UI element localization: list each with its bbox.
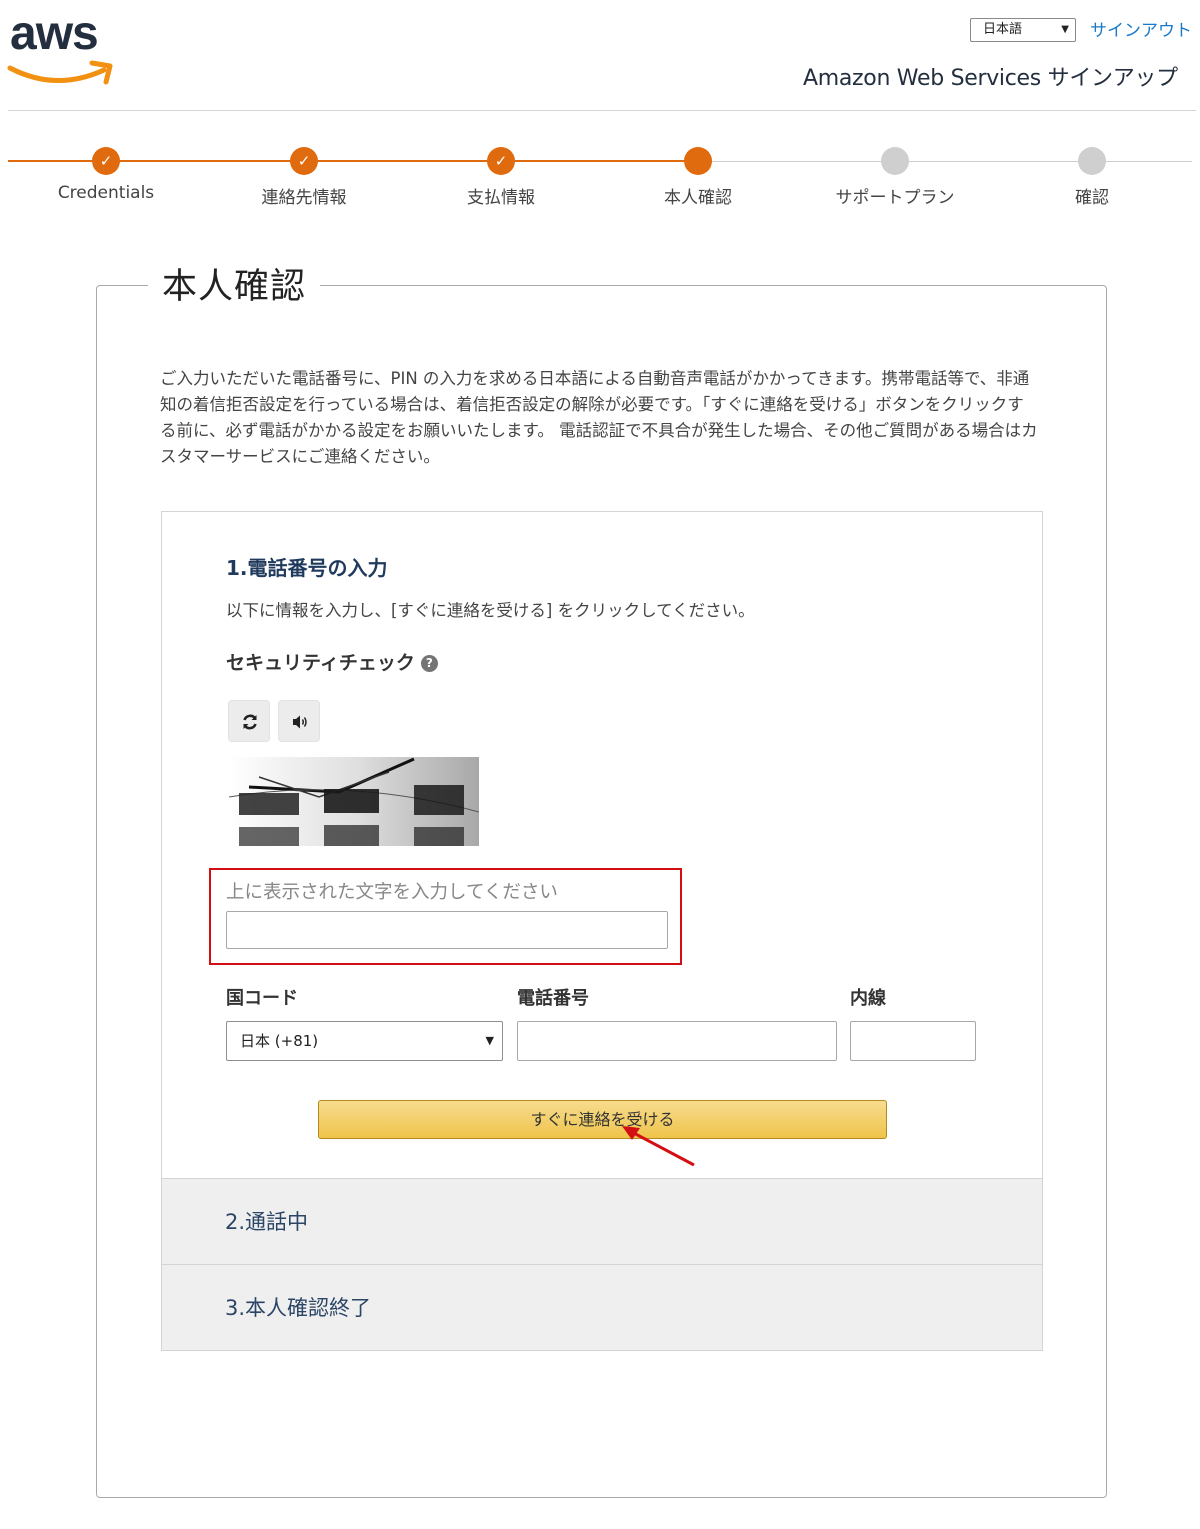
verification-steps-card: 1.電話番号の入力 以下に情報を入力し、[すぐに連絡を受ける] をクリックしてく… (161, 511, 1043, 1351)
country-code-label: 国コード (226, 988, 298, 1009)
step1-section: 1.電話番号の入力 以下に情報を入力し、[すぐに連絡を受ける] をクリックしてく… (162, 512, 1042, 1178)
step3-section: 3.本人確認終了 (162, 1264, 1042, 1350)
progress-step-label: Credentials (57, 183, 155, 203)
audio-captcha-button[interactable] (278, 700, 320, 742)
intro-text: ご入力いただいた電話番号に、PIN の入力を求める日本語による自動音声電話がかか… (160, 369, 1038, 466)
step2-title: 2.通話中 (225, 1210, 309, 1234)
progress-step-label: サポートプラン (835, 188, 955, 208)
country-code-select[interactable]: 日本 (+81) ▼ (226, 1021, 503, 1061)
step1-description: 以下に情報を入力し、[すぐに連絡を受ける] をクリックしてください。 (226, 601, 755, 620)
header-divider (8, 110, 1196, 111)
refresh-captcha-button[interactable] (228, 700, 270, 742)
check-icon: ✓ (487, 147, 515, 175)
progress-step-label: 本人確認 (664, 188, 732, 208)
call-me-now-button[interactable]: すぐに連絡を受ける (318, 1100, 887, 1139)
progress-step-confirm: 確認 (1002, 147, 1182, 208)
progress-step-label: 確認 (1075, 188, 1109, 208)
refresh-icon (243, 714, 257, 730)
security-check-label: セキュリティチェック (226, 652, 415, 674)
pending-step-dot-icon (881, 147, 909, 175)
progress-step-contact: ✓ 連絡先情報 (214, 147, 394, 208)
language-select-value: 日本語 (983, 22, 1023, 37)
step2-section: 2.通話中 (162, 1178, 1042, 1264)
chevron-down-icon: ▼ (1061, 24, 1069, 35)
progress-step-support-plan: サポートプラン (805, 147, 985, 208)
speaker-icon (293, 715, 307, 729)
aws-smile-icon (7, 60, 113, 85)
captcha-input[interactable] (226, 911, 668, 949)
country-code-value: 日本 (+81) (240, 1032, 319, 1050)
chevron-down-icon: ▼ (485, 1034, 494, 1047)
captcha-label: 上に表示された文字を入力してください (226, 882, 558, 903)
phone-number-input[interactable] (517, 1021, 837, 1061)
extension-label: 内線 (850, 988, 886, 1009)
annotation-arrow-icon (622, 1126, 695, 1167)
help-icon[interactable]: ? (420, 655, 438, 672)
progress-step-label: 連絡先情報 (261, 188, 347, 208)
aws-logo-text: aws (10, 7, 99, 60)
phone-number-label: 電話番号 (517, 988, 589, 1009)
current-step-dot-icon (684, 147, 712, 175)
check-icon: ✓ (92, 147, 120, 175)
progress-step-identity: 本人確認 (608, 147, 788, 208)
security-check-heading: セキュリティチェック? (226, 648, 438, 675)
language-select[interactable]: 日本語 ▼ (970, 18, 1076, 42)
progress-step-payment: ✓ 支払情報 (411, 147, 591, 208)
pending-step-dot-icon (1078, 147, 1106, 175)
captcha-image (229, 757, 479, 846)
step1-title: 1.電話番号の入力 (226, 556, 388, 580)
page-header-title: Amazon Web Services サインアップ (803, 66, 1178, 91)
step3-title: 3.本人確認終了 (225, 1296, 372, 1320)
progress-step-label: 支払情報 (467, 188, 535, 208)
signout-link[interactable]: サインアウト (1090, 16, 1192, 41)
panel-title: 本人確認 (148, 262, 321, 312)
aws-logo: aws (6, 10, 118, 86)
extension-input[interactable] (850, 1021, 976, 1061)
progress-step-credentials: ✓ Credentials (16, 147, 196, 203)
check-icon: ✓ (290, 147, 318, 175)
